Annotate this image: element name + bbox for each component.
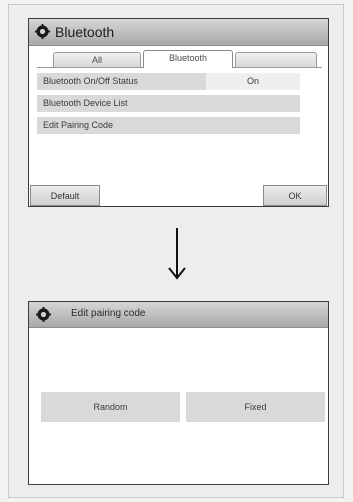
- device-list-row[interactable]: Bluetooth Device List: [37, 95, 300, 112]
- settings-list: Bluetooth On/Off Status On Bluetooth Dev…: [37, 73, 300, 139]
- random-button[interactable]: Random: [41, 392, 180, 422]
- title-bar: Bluetooth: [29, 19, 328, 46]
- ok-button[interactable]: OK: [263, 185, 327, 206]
- screen-title: Edit pairing code: [71, 308, 146, 319]
- row-label: Edit Pairing Code: [43, 120, 114, 130]
- row-label: Bluetooth On/Off Status: [43, 76, 138, 86]
- tab-bar: All Bluetooth: [37, 49, 322, 68]
- default-button[interactable]: Default: [30, 185, 100, 206]
- title-bar: Edit pairing code: [29, 302, 328, 328]
- status-value: On: [206, 73, 300, 90]
- tab-empty[interactable]: [235, 52, 317, 67]
- edit-pairing-code-screen: Edit pairing code Random Fixed: [28, 301, 329, 485]
- bluetooth-settings-screen: Bluetooth All Bluetooth Bluetooth On/Off…: [28, 18, 329, 207]
- down-arrow-icon: [168, 228, 186, 280]
- fixed-button[interactable]: Fixed: [186, 392, 325, 422]
- gear-icon: [36, 307, 51, 322]
- tab-all[interactable]: All: [53, 52, 141, 67]
- tab-bluetooth[interactable]: Bluetooth: [143, 50, 233, 68]
- row-label: Bluetooth Device List: [43, 98, 128, 108]
- bluetooth-status-row[interactable]: Bluetooth On/Off Status On: [37, 73, 300, 90]
- screen-title: Bluetooth: [55, 24, 115, 40]
- edit-pairing-code-row[interactable]: Edit Pairing Code: [37, 117, 300, 134]
- gear-icon: [35, 24, 50, 39]
